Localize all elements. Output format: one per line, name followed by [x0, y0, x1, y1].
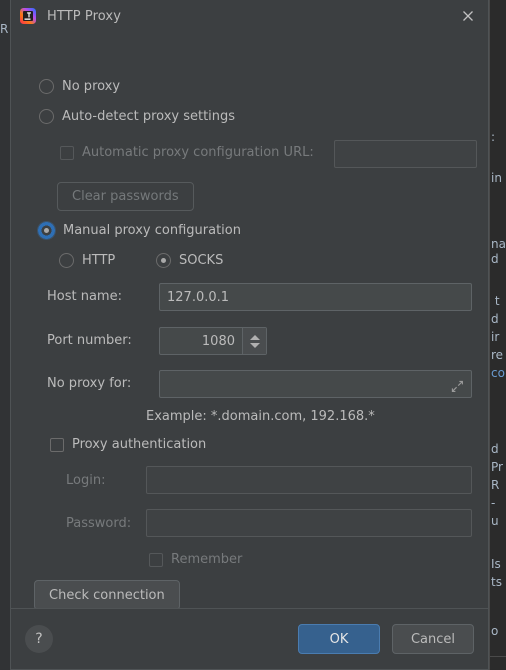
bg-line: re [491, 349, 504, 362]
background-left-text: R [0, 22, 9, 36]
http-proxy-dialog: HTTP Proxy No proxy Auto-detect proxy se… [10, 0, 489, 670]
checkbox-remember-indicator[interactable] [149, 552, 163, 567]
example-hint: Example: *.domain.com, 192.168.* [146, 409, 375, 424]
bg-line: t [491, 295, 500, 308]
intellij-idea-logo-icon [19, 7, 37, 25]
radio-socks-indicator[interactable] [156, 253, 171, 268]
spinner-up-icon[interactable] [249, 334, 260, 340]
bg-line: d [491, 443, 499, 456]
port-number-value: 1080 [201, 333, 235, 349]
clear-passwords-button[interactable]: Clear passwords [57, 182, 194, 211]
bg-line: co [491, 367, 505, 380]
check-connection-button[interactable]: Check connection [34, 580, 180, 608]
bg-line: : [491, 131, 496, 144]
dialog-content: No proxy Auto-detect proxy settings Auto… [11, 32, 488, 608]
dialog-footer: ? OK Cancel [11, 609, 488, 669]
port-number-label: Port number: [47, 333, 132, 348]
background-divider [489, 656, 506, 657]
dialog-titlebar: HTTP Proxy [11, 0, 488, 32]
dialog-title: HTTP Proxy [47, 8, 122, 24]
checkbox-proxy-authentication-indicator[interactable] [50, 437, 64, 452]
login-label: Login: [66, 473, 106, 488]
checkbox-proxy-authentication[interactable]: Proxy authentication [50, 437, 206, 452]
checkbox-proxy-authentication-label: Proxy authentication [72, 437, 207, 452]
bg-line: - [491, 497, 496, 510]
radio-http-label: HTTP [82, 253, 116, 268]
radio-manual-proxy-label: Manual proxy configuration [63, 223, 241, 238]
host-name-label: Host name: [47, 289, 122, 304]
bg-line: Is [491, 558, 501, 571]
screen: R : in na d t d ir re co d Pr R - u Is t… [0, 0, 506, 670]
radio-http-indicator[interactable] [59, 253, 74, 268]
host-name-value: 127.0.0.1 [167, 289, 230, 305]
pac-url-input[interactable] [334, 140, 477, 168]
host-name-input[interactable]: 127.0.0.1 [159, 283, 472, 311]
radio-no-proxy-indicator[interactable] [39, 79, 54, 94]
bg-line: R [491, 479, 500, 492]
cancel-button-label: Cancel [410, 631, 456, 647]
bg-line: in [491, 172, 502, 185]
bg-line: u [491, 515, 499, 528]
bg-line: d [491, 253, 499, 266]
no-proxy-for-input[interactable] [159, 370, 472, 398]
radio-no-proxy-label: No proxy [62, 79, 121, 94]
close-icon[interactable] [460, 8, 476, 24]
cancel-button[interactable]: Cancel [392, 624, 474, 654]
bg-line: na [491, 238, 506, 251]
checkbox-remember[interactable]: Remember [149, 552, 242, 567]
bg-line: o [491, 625, 499, 638]
radio-manual-proxy-indicator[interactable] [38, 222, 55, 239]
bg-line: Pr [491, 461, 503, 474]
radio-no-proxy[interactable]: No proxy [39, 79, 120, 94]
checkbox-remember-label: Remember [171, 552, 243, 567]
radio-protocol-http[interactable]: HTTP [59, 253, 115, 268]
password-input[interactable] [146, 509, 472, 537]
port-spinner-buttons[interactable] [242, 328, 266, 354]
port-number-spinner[interactable]: 1080 [159, 327, 267, 355]
radio-manual-proxy[interactable]: Manual proxy configuration [38, 222, 241, 239]
password-label: Password: [66, 516, 132, 531]
radio-auto-detect-label: Auto-detect proxy settings [62, 109, 236, 124]
checkbox-pac-url-label: Automatic proxy configuration URL: [82, 145, 314, 160]
radio-protocol-socks[interactable]: SOCKS [156, 253, 223, 268]
background-right-text: : in na d t d ir re co d Pr R - u Is ts … [489, 0, 506, 670]
radio-auto-detect-indicator[interactable] [39, 109, 54, 124]
spinner-down-icon[interactable] [249, 342, 260, 348]
ok-button-label: OK [329, 631, 349, 647]
bg-line: ir [491, 331, 500, 344]
expand-icon[interactable] [451, 378, 464, 392]
help-button-label: ? [35, 631, 43, 647]
check-connection-label: Check connection [49, 587, 165, 603]
clear-passwords-label: Clear passwords [72, 189, 179, 204]
bg-line: d [491, 313, 499, 326]
login-input[interactable] [146, 466, 472, 494]
radio-auto-detect[interactable]: Auto-detect proxy settings [39, 109, 235, 124]
ok-button[interactable]: OK [298, 624, 380, 654]
no-proxy-for-label: No proxy for: [47, 376, 132, 391]
radio-socks-label: SOCKS [179, 253, 224, 268]
checkbox-pac-url-indicator[interactable] [60, 145, 74, 160]
checkbox-pac-url[interactable]: Automatic proxy configuration URL: [60, 145, 314, 160]
bg-line: ts [491, 576, 502, 589]
help-button[interactable]: ? [25, 625, 53, 653]
